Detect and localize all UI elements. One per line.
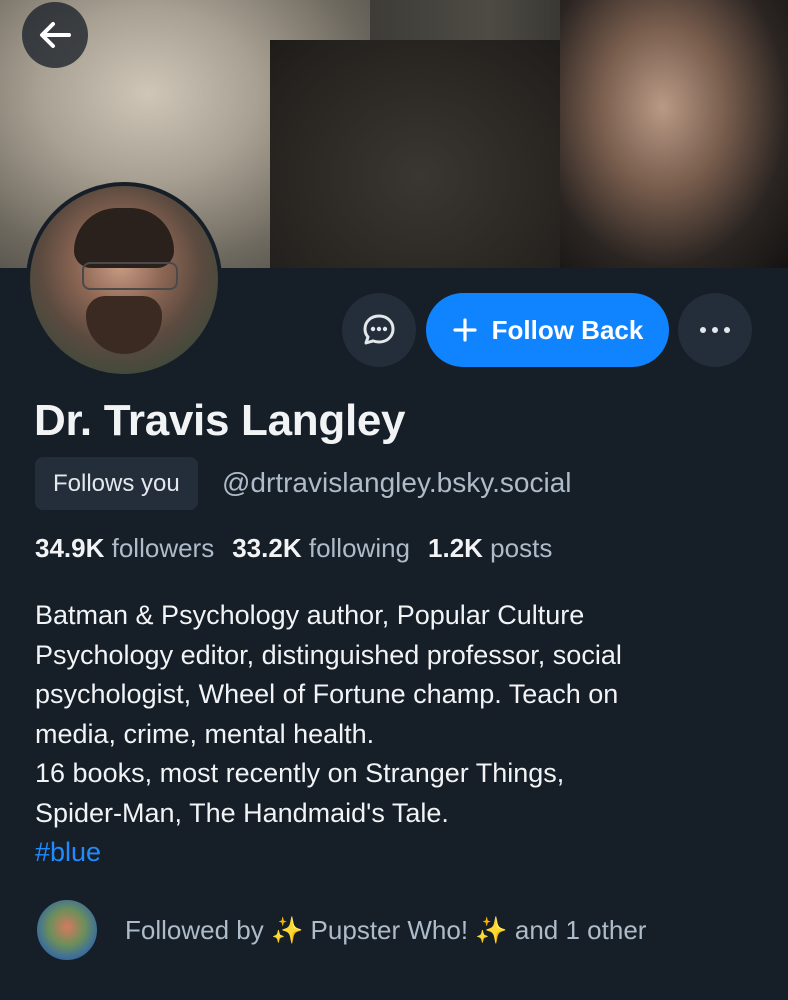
posts-stat: 1.2K posts [428, 533, 552, 564]
following-stat[interactable]: 33.2K following [232, 533, 410, 564]
followers-label: followers [111, 533, 215, 563]
ellipsis-icon [700, 327, 730, 333]
display-name: Dr. Travis Langley [34, 396, 406, 445]
back-button[interactable] [22, 2, 88, 68]
avatar-hair [74, 208, 174, 268]
arrow-left-icon [40, 22, 71, 48]
followed-by-row[interactable]: Followed by ✨ Pupster Who! ✨ and 1 other [35, 898, 646, 962]
bio-line: media, crime, mental health. [35, 718, 375, 749]
follows-you-badge: Follows you [35, 457, 198, 510]
followers-stat[interactable]: 34.9K followers [35, 533, 214, 564]
message-button[interactable] [342, 293, 416, 367]
follow-back-label: Follow Back [491, 314, 644, 345]
avatar-glasses [82, 262, 178, 290]
profile-stats: 34.9K followers 33.2K following 1.2K pos… [35, 533, 552, 564]
banner-photo-right [560, 0, 788, 268]
more-options-button[interactable] [678, 293, 752, 367]
bio-line: psychologist, Wheel of Fortune champ. Te… [35, 679, 619, 709]
follows-you-label: Follows you [53, 469, 180, 497]
bio-line: Psychology editor, distinguished profess… [35, 639, 622, 670]
bio-line: Spider-Man, The Handmaid's Tale. [35, 797, 449, 828]
profile-avatar[interactable] [26, 182, 222, 378]
following-count: 33.2K [232, 533, 302, 563]
plus-icon [452, 317, 478, 343]
banner-photo-crowd [270, 40, 570, 268]
bio-line: Batman & Psychology author, Popular Cult… [35, 600, 585, 630]
followers-count: 34.9K [35, 533, 105, 563]
hashtag-link[interactable]: #blue [35, 833, 755, 873]
follower-avatar [35, 898, 99, 962]
follow-back-button[interactable]: Follow Back [426, 293, 669, 367]
avatar-beard [86, 296, 162, 354]
posts-count: 1.2K [428, 533, 483, 563]
profile-bio: Batman & Psychology author, Popular Cult… [35, 596, 755, 873]
posts-label: posts [490, 533, 553, 563]
following-label: following [308, 533, 411, 563]
profile-handle[interactable]: @drtravislangley.bsky.social [222, 467, 572, 499]
chat-bubble-icon [363, 314, 395, 345]
followed-by-text: Followed by ✨ Pupster Who! ✨ and 1 other [125, 914, 647, 945]
bio-line: 16 books, most recently on Stranger Thin… [35, 758, 565, 788]
